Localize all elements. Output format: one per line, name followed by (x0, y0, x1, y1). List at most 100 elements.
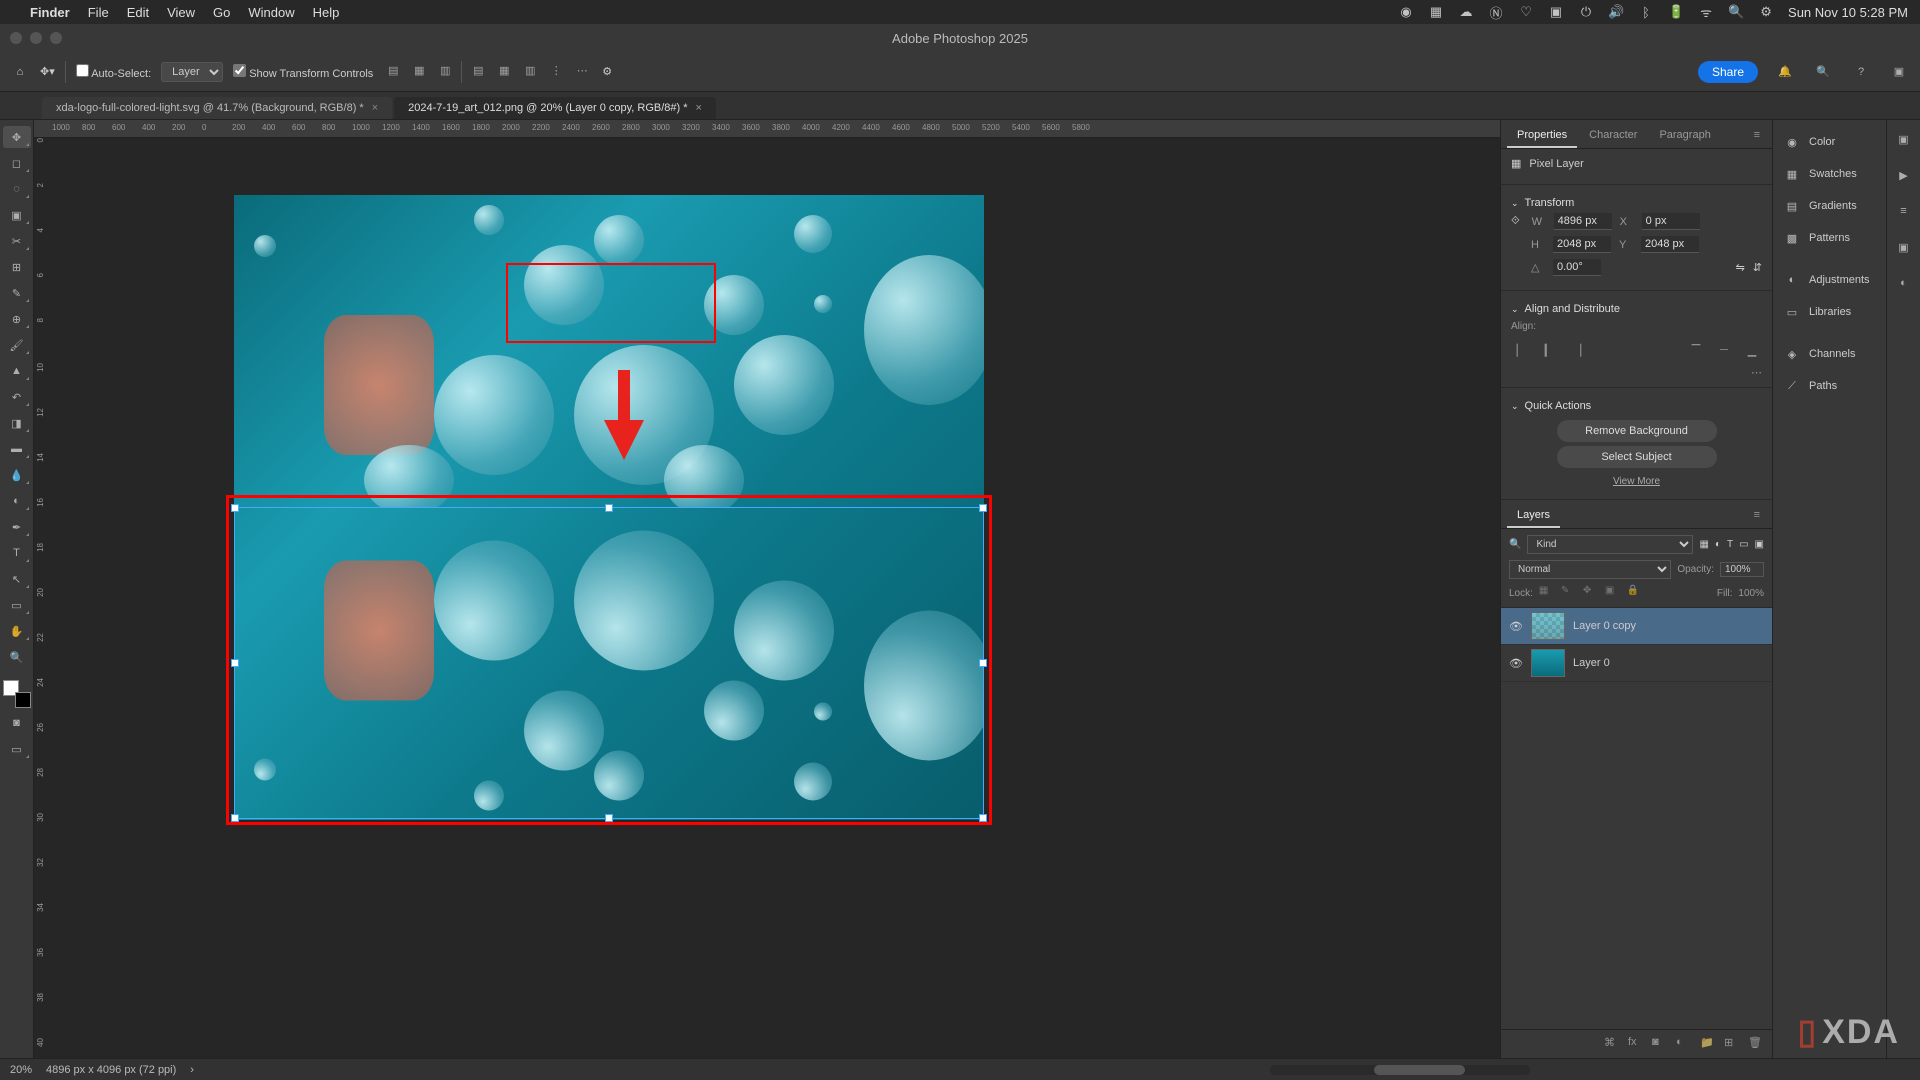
align-right-icon[interactable]: ▕ (1567, 340, 1587, 360)
filter-shape-icon[interactable]: ▭ (1739, 539, 1748, 550)
opacity-input[interactable]: 100% (1720, 562, 1764, 577)
zoom-level[interactable]: 20% (10, 1064, 32, 1076)
gradient-tool[interactable]: ▬ (3, 438, 31, 460)
status-icon[interactable]: ⏻ (1578, 4, 1594, 20)
new-layer-icon[interactable]: ⊞ (1724, 1036, 1740, 1052)
delete-layer-icon[interactable]: 🗑 (1748, 1036, 1764, 1052)
transform-bounding-box[interactable] (234, 507, 984, 819)
ruler-horizontal[interactable]: 1000800600400200020040060080010001200140… (34, 120, 1500, 138)
canvas-area[interactable]: 1000800600400200020040060080010001200140… (34, 120, 1500, 1058)
tab-paragraph[interactable]: Paragraph (1649, 124, 1720, 148)
align-center-h-icon[interactable]: ▎ (1539, 340, 1559, 360)
more-icon[interactable]: ⋯ (572, 61, 592, 81)
path-select-tool[interactable]: ↖ (3, 568, 31, 590)
align-middle-icon[interactable]: ▦ (494, 61, 514, 81)
align-left-icon[interactable]: ▏ (1511, 340, 1531, 360)
rail-icon[interactable]: ▣ (1893, 236, 1915, 258)
menu-edit[interactable]: Edit (127, 5, 149, 20)
bluetooth-icon[interactable]: ᛒ (1638, 4, 1654, 20)
layer-fx-icon[interactable]: fx (1628, 1036, 1644, 1052)
align-top-icon[interactable]: ▔ (1686, 340, 1706, 360)
menu-help[interactable]: Help (313, 5, 340, 20)
3d-mode-icon[interactable]: ⚙ (602, 65, 612, 78)
clock[interactable]: Sun Nov 10 5:28 PM (1788, 5, 1908, 20)
object-select-tool[interactable]: ▣ (3, 204, 31, 226)
dodge-tool[interactable]: ◐ (3, 490, 31, 512)
lock-transparent-icon[interactable]: ▦ (1539, 585, 1555, 601)
status-icon[interactable]: Ⓝ (1488, 4, 1504, 20)
link-wh-icon[interactable]: ⟐ (1511, 215, 1520, 228)
menu-view[interactable]: View (167, 5, 195, 20)
auto-select-dropdown[interactable]: Layer (161, 62, 223, 82)
home-icon[interactable]: ⌂ (10, 62, 30, 82)
visibility-icon[interactable]: 👁 (1509, 620, 1523, 633)
angle-input[interactable] (1553, 259, 1601, 276)
y-input[interactable] (1641, 236, 1699, 253)
layer-mask-icon[interactable]: ◙ (1652, 1036, 1668, 1052)
align-middle-icon[interactable]: ─ (1714, 340, 1734, 360)
frame-tool[interactable]: ⊞ (3, 256, 31, 278)
lock-position-icon[interactable]: ✥ (1583, 585, 1599, 601)
blend-mode-dropdown[interactable]: Normal (1509, 560, 1671, 579)
auto-select-checkbox[interactable]: Auto-Select: (76, 64, 151, 80)
layer-name[interactable]: Layer 0 copy (1573, 620, 1636, 632)
status-icon[interactable]: 🔊 (1608, 4, 1624, 20)
panel-adjustments[interactable]: ◐Adjustments (1773, 264, 1886, 296)
panel-channels[interactable]: ◈Channels (1773, 338, 1886, 370)
transform-section[interactable]: ⌄Transform (1511, 193, 1762, 213)
history-brush-tool[interactable]: ↶ (3, 386, 31, 408)
search-icon[interactable]: 🔍 (1509, 539, 1521, 550)
menu-window[interactable]: Window (248, 5, 294, 20)
view-more-link[interactable]: View More (1511, 472, 1762, 491)
width-input[interactable] (1554, 213, 1612, 230)
search-icon[interactable]: 🔍 (1812, 61, 1834, 83)
status-icon[interactable]: ♡ (1518, 4, 1534, 20)
distribute-icon[interactable]: ⋮ (546, 61, 566, 81)
align-section[interactable]: ⌄Align and Distribute (1511, 299, 1762, 319)
panel-paths[interactable]: ⟋Paths (1773, 370, 1886, 402)
brush-tool[interactable]: 🖌 (3, 334, 31, 356)
tab-character[interactable]: Character (1579, 124, 1647, 148)
lock-all-icon[interactable]: 🔒 (1627, 585, 1643, 601)
visibility-icon[interactable]: 👁 (1509, 657, 1523, 670)
flip-v-icon[interactable]: ⇵ (1753, 261, 1762, 274)
type-tool[interactable]: T (3, 542, 31, 564)
status-icon[interactable]: ▣ (1548, 4, 1564, 20)
filter-pixel-icon[interactable]: ▦ (1699, 539, 1708, 550)
share-button[interactable]: Share (1698, 61, 1758, 83)
rail-icon[interactable]: ≡ (1893, 200, 1915, 222)
clone-tool[interactable]: ▲ (3, 360, 31, 382)
screen-mode-tool[interactable]: ▭ (3, 738, 31, 760)
more-options-icon[interactable]: ⋯ (1511, 366, 1762, 379)
panel-libraries[interactable]: ▭Libraries (1773, 296, 1886, 328)
close-icon[interactable]: × (372, 102, 378, 114)
search-icon[interactable]: 🔍 (1728, 4, 1744, 20)
menu-go[interactable]: Go (213, 5, 230, 20)
panel-menu-icon[interactable]: ≡ (1748, 504, 1766, 528)
adjustment-layer-icon[interactable]: ◐ (1676, 1036, 1692, 1052)
status-icon[interactable]: ☁ (1458, 4, 1474, 20)
notifications-icon[interactable]: 🔔 (1774, 61, 1796, 83)
layer-filter-dropdown[interactable]: Kind (1527, 535, 1693, 554)
rail-icon[interactable]: ▶ (1893, 164, 1915, 186)
align-left-icon[interactable]: ▤ (383, 61, 403, 81)
filter-adjust-icon[interactable]: ◐ (1715, 539, 1721, 550)
canvas-image[interactable] (234, 195, 984, 820)
doc-dimensions[interactable]: 4896 px x 4096 px (72 ppi) (46, 1064, 176, 1076)
align-top-icon[interactable]: ▤ (468, 61, 488, 81)
align-right-icon[interactable]: ▥ (435, 61, 455, 81)
align-center-h-icon[interactable]: ▦ (409, 61, 429, 81)
tab-layers[interactable]: Layers (1507, 504, 1560, 528)
show-transform-checkbox[interactable]: Show Transform Controls (233, 64, 373, 80)
panel-patterns[interactable]: ▩Patterns (1773, 222, 1886, 254)
color-swatches[interactable] (3, 680, 31, 708)
tab-properties[interactable]: Properties (1507, 124, 1577, 148)
quick-mask-tool[interactable]: ◙ (3, 712, 31, 734)
mac-app-name[interactable]: Finder (30, 5, 70, 20)
menu-file[interactable]: File (88, 5, 109, 20)
layer-row[interactable]: 👁 Layer 0 (1501, 645, 1772, 682)
eraser-tool[interactable]: ◨ (3, 412, 31, 434)
close-icon[interactable]: × (696, 102, 702, 114)
wifi-icon[interactable]: ᯤ (1698, 4, 1714, 20)
blur-tool[interactable]: 💧 (3, 464, 31, 486)
